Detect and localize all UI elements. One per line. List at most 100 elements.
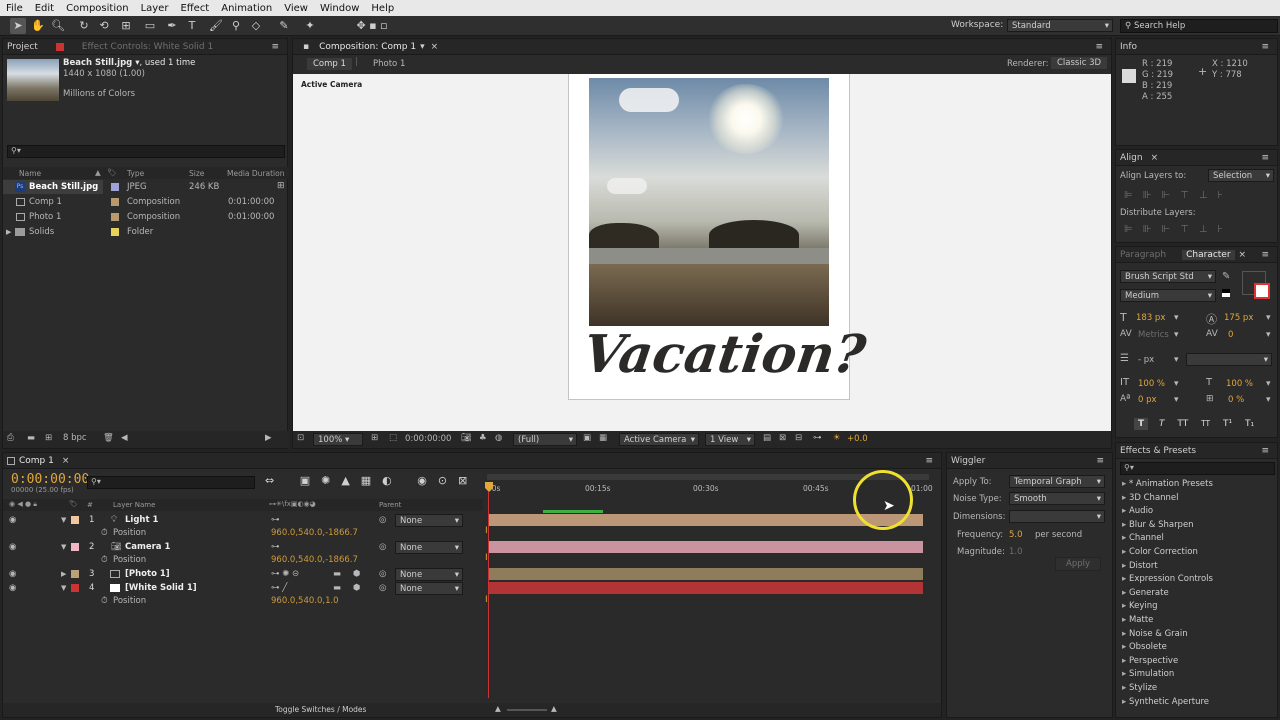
layer-duration-bar[interactable] [489,582,923,594]
panel-menu-icon[interactable]: ≡ [271,42,279,52]
roto-brush-icon[interactable]: ✎ [276,18,292,34]
tab-comp1[interactable]: Comp 1 [19,456,54,466]
font-style-dropdown[interactable]: Medium ▾ [1120,289,1216,302]
effects-category[interactable]: Blur & Sharpen [1118,519,1276,533]
timeline-icon[interactable]: ⊟ [795,433,802,443]
shy-icon[interactable]: ⊶ [271,540,280,554]
project-item[interactable]: Comp 1 Composition 0:01:00:00 [3,195,289,209]
project-item[interactable]: Ps Beach Still.jpg [3,180,103,194]
interpret-footage-icon[interactable]: ⎙ [7,433,14,443]
effects-category[interactable]: * Animation Presets [1118,478,1276,492]
distribute-buttons[interactable]: ⊫⊪⊩⊤⊥⊦ [1124,224,1233,235]
menu-composition[interactable]: Composition [66,3,128,14]
faux-bold-button[interactable]: T [1134,418,1149,430]
comp-timecode[interactable]: 0:00:00:00 [405,434,451,444]
effects-category[interactable]: Noise & Grain [1118,628,1276,642]
close-tab-icon[interactable]: × [62,456,70,466]
snapshot-icon[interactable]: 📷︎ [461,433,472,443]
exposure-icon[interactable]: ☀ [833,433,841,443]
white-swatch[interactable] [1222,293,1230,297]
close-tab-icon[interactable]: × [1239,250,1247,260]
keyframe-marker[interactable]: I [485,526,488,536]
scroll-left-icon[interactable]: ◀ [121,433,128,443]
faux-italic-button[interactable]: T [1159,419,1165,429]
rotate-tool-icon[interactable]: ↻ [76,18,92,34]
layer-switches[interactable]: ⊶ ✺ ⊝ [271,567,299,581]
3d-layer-icon[interactable]: ⬢ [353,567,360,581]
fast-preview-icon[interactable]: ⊠ [779,433,786,443]
crumb-comp1[interactable]: Comp 1 [307,58,352,70]
menu-effect[interactable]: Effect [180,3,209,14]
panel-menu-icon[interactable]: ≡ [1261,446,1269,456]
expand-arrow-icon[interactable]: ▶ [6,225,11,239]
panel-menu-icon[interactable]: ≡ [1096,456,1104,466]
vertical-scale-value[interactable]: 100 % [1138,379,1165,389]
comp-viewer[interactable]: Active Camera Vacation? [293,74,1111,431]
layer-row[interactable]: ◉ ▼ 2 📷︎ Camera 1 ⊶ ◎ None ▾ [3,540,483,554]
superscript-button[interactable]: T¹ [1223,419,1232,429]
twirl-right-icon[interactable]: ▶ [61,567,66,581]
effects-category[interactable]: Synthetic Aperture [1118,696,1276,710]
eye-icon[interactable]: ◉ [9,513,16,527]
renderer-button[interactable]: Classic 3D [1051,57,1108,69]
effects-category[interactable]: Color Correction [1118,546,1276,560]
layer-duration-bar[interactable] [489,568,923,580]
stopwatch-icon[interactable]: ⏱︎ [101,594,108,608]
selection-tool-icon[interactable]: ➤ [10,18,26,34]
hand-tool-icon[interactable]: ✋ [30,18,46,34]
tab-character[interactable]: Character [1182,249,1235,260]
tab-effect-controls[interactable]: Effect Controls: White Solid 1 [82,42,213,52]
layer-switches[interactable]: ⊶ ╱ [271,581,287,595]
exposure-value[interactable]: +0.0 [847,434,868,444]
3d-layer-icon[interactable]: ⬢ [353,581,360,595]
property-value[interactable]: 960.0,540.0,1.0 [271,594,339,608]
layer-row[interactable]: ◉ ▼ 4 [White Solid 1] ⊶ ╱ ▬ ⬢ ◎ None ▾ [3,581,483,595]
region-of-interest-icon[interactable]: ▣ [583,433,591,443]
twirl-down-icon[interactable]: ▼ [61,513,66,527]
layer-name[interactable]: [Photo 1] [125,567,170,581]
rectangle-tool-icon[interactable]: ▭ [142,18,158,34]
camera-orbit-icon[interactable]: ⟲ [96,18,112,34]
frequency-value[interactable]: 5.0 [1009,530,1023,540]
parent-pickwhip-icon[interactable]: ◎ [379,513,386,527]
parent-dropdown[interactable]: None ▾ [395,568,463,581]
crumb-photo1[interactable]: Photo 1 [373,59,405,69]
effects-category[interactable]: Stylize [1118,682,1276,696]
stroke-fill-dropdown[interactable]: ▾ [1186,353,1272,366]
effects-category[interactable]: Expression Controls [1118,573,1276,587]
tsume-value[interactable]: 0 % [1228,395,1244,405]
view-layout-dropdown[interactable]: 1 View ▾ [705,433,755,446]
tracking-value[interactable]: 0 [1228,330,1233,340]
mask-visibility-icon[interactable]: ⬚ [389,433,397,443]
close-tab-icon[interactable]: × [1151,153,1159,163]
eye-icon[interactable]: ◉ [9,581,16,595]
motion-blur-icon[interactable]: ▬ [333,567,341,581]
timeline-search-input[interactable]: ⚲▾ [87,476,255,489]
new-folder-icon[interactable]: ▬ [27,433,35,443]
effects-search-input[interactable]: ⚲▾ [1120,462,1275,475]
align-buttons[interactable]: ⊫⊪⊩⊤⊥⊦ [1124,190,1233,201]
menu-edit[interactable]: Edit [35,3,54,14]
layer-row[interactable]: ◉ ▼ 1 💡︎ Light 1 ⊶ ◎ None ▾ [3,513,483,527]
color-channel-icon[interactable]: ◍ [495,433,502,443]
dimensions-dropdown[interactable]: ▾ [1009,510,1105,523]
eye-icon[interactable]: ◉ [9,567,16,581]
noise-type-dropdown[interactable]: Smooth ▾ [1009,492,1105,505]
safe-margins-icon[interactable]: ⊞ [371,433,378,443]
pan-behind-icon[interactable]: ⊞ [118,18,134,34]
col-type[interactable]: Type [127,169,144,178]
parent-pickwhip-icon[interactable]: ◎ [379,567,386,581]
panel-menu-icon[interactable]: ≡ [1261,153,1269,163]
time-graph[interactable]: 00s 00:15s 00:30s 00:45s 01:00 I I I ➤ [483,470,941,700]
trash-icon[interactable]: 🗑︎ [103,433,114,443]
stroke-color-swatch[interactable] [1254,283,1270,299]
pixel-aspect-icon[interactable]: ▤ [763,433,771,443]
col-parent[interactable]: Parent [379,501,401,509]
puppet-pin-icon[interactable]: ✦ [302,18,318,34]
transparency-grid-icon[interactable]: ▦ [599,433,607,443]
panel-menu-icon[interactable]: ≡ [1261,250,1269,260]
col-layer-name[interactable]: Layer Name [113,501,155,509]
project-item[interactable]: Photo 1 Composition 0:01:00:00 [3,210,289,224]
camera-view-dropdown[interactable]: Active Camera ▾ [619,433,699,446]
menu-file[interactable]: File [6,3,23,14]
